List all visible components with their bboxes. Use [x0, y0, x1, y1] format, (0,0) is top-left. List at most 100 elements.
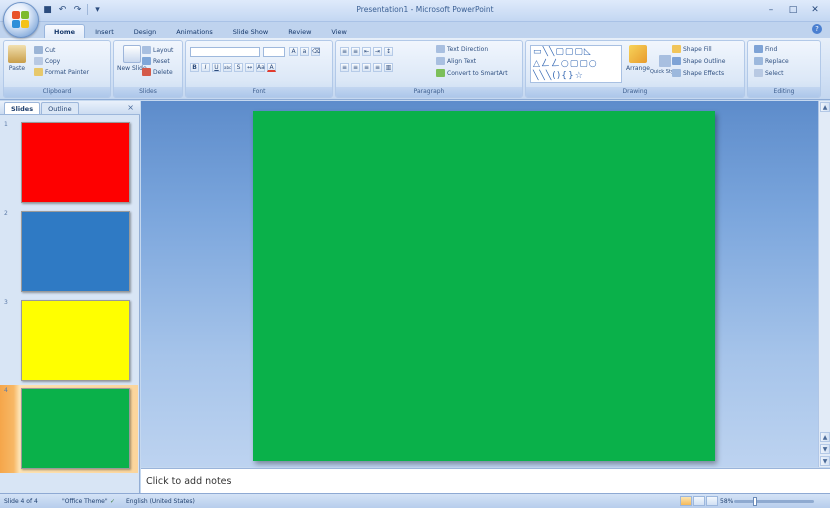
- save-icon[interactable]: ■: [42, 4, 53, 15]
- arrange-icon: [628, 45, 647, 63]
- current-slide[interactable]: [253, 111, 715, 461]
- clear-format-icon[interactable]: ⌫: [311, 47, 320, 56]
- cut-button[interactable]: Cut: [34, 46, 55, 54]
- office-button[interactable]: [3, 2, 39, 38]
- shape-effects-button[interactable]: Shape Effects: [672, 69, 724, 77]
- shape-outline-button[interactable]: Shape Outline: [672, 57, 725, 65]
- shrink-font-icon[interactable]: a: [300, 47, 309, 56]
- align-text-button[interactable]: Align Text: [436, 57, 476, 65]
- font-style-controls: B I U abc S ↔ Aa A: [190, 63, 276, 72]
- reset-button[interactable]: Reset: [142, 57, 170, 65]
- slide-thumbnail-row[interactable]: 1: [0, 119, 138, 207]
- redo-icon[interactable]: ↷: [72, 4, 83, 15]
- change-case-icon[interactable]: Aa: [256, 63, 265, 72]
- replace-button[interactable]: Replace: [754, 57, 789, 65]
- align-right-icon[interactable]: ≡: [362, 63, 371, 72]
- notes-pane[interactable]: Click to add notes: [141, 468, 830, 493]
- slide-thumbnail[interactable]: [21, 122, 130, 203]
- tab-view[interactable]: View: [321, 24, 356, 38]
- slide-thumbnail[interactable]: [21, 211, 130, 292]
- grow-font-icon[interactable]: A: [289, 47, 298, 56]
- maximize-button[interactable]: □: [782, 3, 804, 17]
- next-slide-icon[interactable]: ▼: [820, 444, 830, 454]
- layout-label: Layout: [153, 46, 174, 54]
- title-bar: ■ ↶ ↷ ▾ Presentation1 - Microsoft PowerP…: [0, 0, 830, 22]
- italic-button[interactable]: I: [201, 63, 210, 72]
- bold-button[interactable]: B: [190, 63, 199, 72]
- tab-slide-show[interactable]: Slide Show: [223, 24, 278, 38]
- undo-icon[interactable]: ↶: [57, 4, 68, 15]
- replace-label: Replace: [765, 57, 789, 65]
- slide-sorter-icon[interactable]: [693, 496, 705, 506]
- shape-outline-icon: [672, 57, 681, 65]
- zoom-level[interactable]: 58%: [720, 498, 733, 505]
- customize-qat-icon[interactable]: ▾: [92, 4, 103, 15]
- align-left-icon[interactable]: ≡: [340, 63, 349, 72]
- format-painter-button[interactable]: Format Painter: [34, 68, 89, 76]
- slide-number: 3: [4, 299, 8, 306]
- tab-slides[interactable]: Slides: [4, 102, 41, 114]
- paste-label: Paste: [8, 65, 26, 72]
- font-color-icon[interactable]: A: [267, 63, 276, 72]
- copy-button[interactable]: Copy: [34, 57, 60, 65]
- spell-check-icon[interactable]: ✓: [110, 498, 115, 505]
- minimize-button[interactable]: –: [760, 3, 782, 17]
- slide-thumbnail-row[interactable]: 3: [0, 297, 138, 385]
- text-direction-button[interactable]: Text Direction: [436, 45, 488, 53]
- slide-thumbnail[interactable]: [21, 388, 130, 469]
- underline-button[interactable]: U: [212, 63, 221, 72]
- language-indicator[interactable]: English (United States): [126, 498, 195, 505]
- decrease-indent-icon[interactable]: ⇤: [362, 47, 371, 56]
- select-button[interactable]: Select: [754, 69, 784, 77]
- scroll-down-icon[interactable]: ▼: [820, 456, 830, 466]
- slide-show-icon[interactable]: [706, 496, 718, 506]
- shape-fill-button[interactable]: Shape Fill: [672, 45, 712, 53]
- convert-smartart-button[interactable]: Convert to SmartArt: [436, 69, 508, 77]
- arrange-button[interactable]: Arrange: [626, 45, 650, 72]
- previous-slide-icon[interactable]: ▲: [820, 432, 830, 442]
- line-spacing-icon[interactable]: ↕: [384, 47, 393, 56]
- font-size-field[interactable]: [263, 47, 285, 57]
- bullets-icon[interactable]: ≡: [340, 47, 349, 56]
- normal-view-icon[interactable]: [680, 496, 692, 506]
- panel-tabs: Slides Outline ×: [0, 101, 140, 115]
- paragraph-group: ≡ ≡ ⇤ ⇥ ↕ ≡ ≡ ≡ ≡ ▥ Text Direction Align…: [335, 40, 523, 98]
- increase-indent-icon[interactable]: ⇥: [373, 47, 382, 56]
- shadow-button[interactable]: S: [234, 63, 243, 72]
- tab-outline[interactable]: Outline: [41, 102, 79, 114]
- clipboard-group: Paste Cut Copy Format Painter Clipboard: [3, 40, 111, 98]
- scissors-icon: [34, 46, 43, 54]
- close-panel-icon[interactable]: ×: [127, 103, 134, 112]
- slide-thumbnail[interactable]: [21, 300, 130, 381]
- spacing-icon[interactable]: ↔: [245, 63, 254, 72]
- justify-icon[interactable]: ≡: [373, 63, 382, 72]
- tab-animations[interactable]: Animations: [166, 24, 223, 38]
- columns-icon[interactable]: ▥: [384, 63, 393, 72]
- zoom-slider-thumb[interactable]: [753, 497, 758, 506]
- slide-thumbnail-row-selected[interactable]: 4: [0, 385, 138, 473]
- numbering-icon[interactable]: ≡: [351, 47, 360, 56]
- vertical-scrollbar[interactable]: ▲ ▲ ▼ ▼: [818, 101, 830, 467]
- shapes-gallery[interactable]: ▭╲╲▢▢▢◺ △ㄥㄥ○▢▢○ ╲╲╲(){}☆: [530, 45, 622, 83]
- strikethrough-button[interactable]: abc: [223, 63, 232, 72]
- delete-icon: [142, 68, 151, 76]
- font-name-field[interactable]: [190, 47, 260, 57]
- close-button[interactable]: ✕: [804, 3, 826, 17]
- tab-review[interactable]: Review: [278, 24, 321, 38]
- delete-button[interactable]: Delete: [142, 68, 173, 76]
- slide-thumbnail-row[interactable]: 2: [0, 208, 138, 296]
- help-icon[interactable]: ?: [812, 24, 822, 34]
- paste-button[interactable]: Paste: [8, 45, 26, 72]
- align-center-icon[interactable]: ≡: [351, 63, 360, 72]
- layout-button[interactable]: Layout: [142, 46, 173, 54]
- delete-label: Delete: [153, 68, 173, 76]
- paragraph-group-label: Paragraph: [336, 87, 522, 97]
- zoom-slider[interactable]: [734, 497, 814, 506]
- tab-design[interactable]: Design: [124, 24, 166, 38]
- find-button[interactable]: Find: [754, 45, 777, 53]
- cursor-icon: [754, 69, 763, 77]
- font-size-controls: A a ⌫: [289, 47, 320, 56]
- tab-insert[interactable]: Insert: [85, 24, 124, 38]
- scroll-up-icon[interactable]: ▲: [820, 102, 830, 112]
- tab-home[interactable]: Home: [44, 24, 86, 38]
